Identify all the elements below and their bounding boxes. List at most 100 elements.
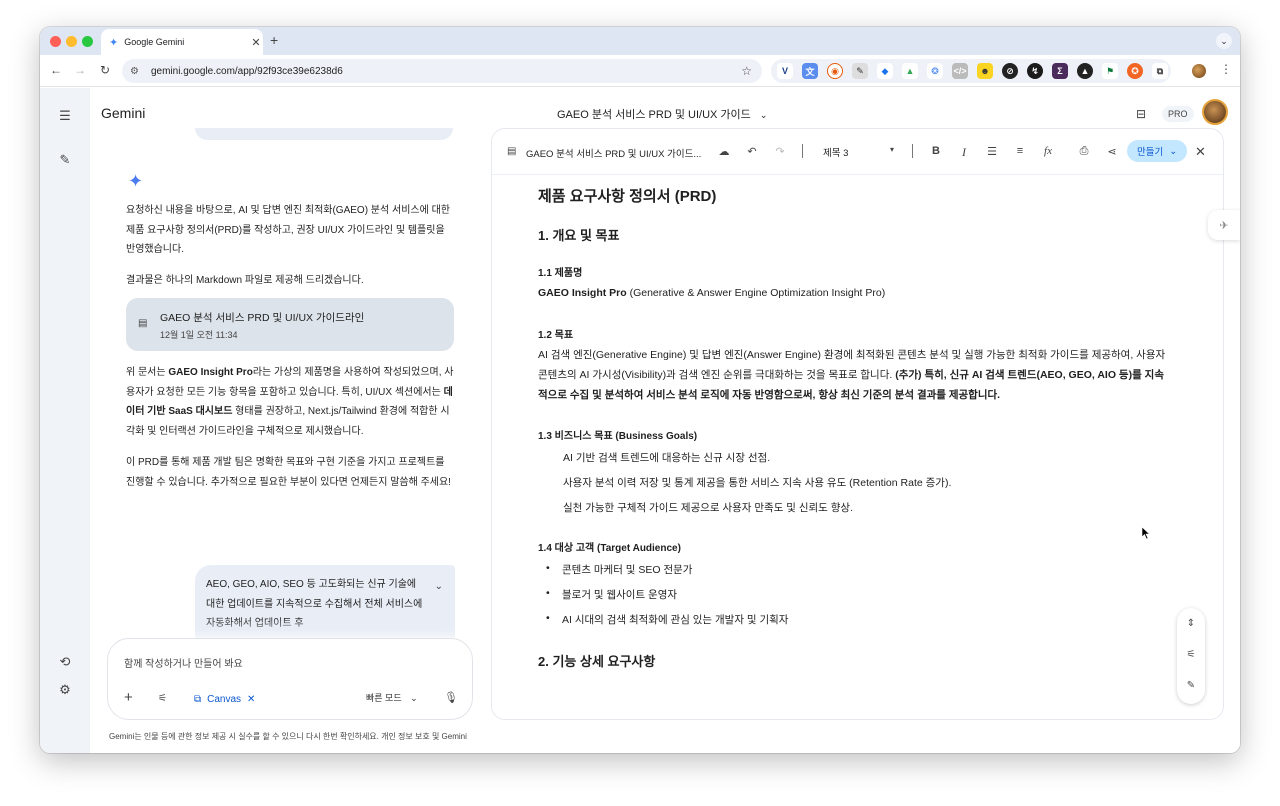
reload-icon[interactable]: ↻ bbox=[97, 63, 113, 77]
extension-icon[interactable]: Σ bbox=[1052, 63, 1068, 79]
microphone-icon[interactable]: 🎙 bbox=[444, 691, 458, 704]
tune-icon[interactable]: ⚟ bbox=[1185, 649, 1197, 660]
adjust-length-icon[interactable]: ⇕ bbox=[1185, 618, 1197, 629]
disclaimer: Gemini는 인물 등에 관한 정보 제공 시 실수를 할 수 있으니 다시 … bbox=[109, 732, 467, 741]
bookmark-star-icon[interactable]: ☆ bbox=[741, 64, 752, 78]
history-icon[interactable]: ⟲ bbox=[57, 654, 73, 670]
share-icon[interactable]: ⋖ bbox=[1105, 145, 1119, 158]
minimize-window-button[interactable] bbox=[66, 36, 77, 47]
response-result: 결과물은 하나의 Markdown 파일로 제공해 드리겠습니다. bbox=[126, 275, 364, 286]
archive-icon[interactable]: ⊟ bbox=[1136, 107, 1146, 121]
site-info-icon[interactable]: ⚙ bbox=[130, 66, 139, 77]
tab-strip: ✦ Google Gemini ✕ + ⌄ bbox=[40, 27, 1240, 55]
user-avatar[interactable] bbox=[1202, 99, 1228, 125]
subsection-heading: 1.3 비즈니스 목표 (Business Goals) bbox=[538, 431, 698, 442]
doc-title: 제품 요구사항 정의서 (PRD) bbox=[538, 188, 717, 205]
remove-canvas-icon[interactable]: ✕ bbox=[247, 694, 255, 705]
browser-profile-avatar[interactable] bbox=[1192, 64, 1206, 78]
document-card[interactable]: ▤ GAEO 분석 서비스 PRD 및 UI/UX 가이드라인 12월 1일 오… bbox=[126, 298, 454, 351]
extension-icon[interactable]: V bbox=[777, 63, 793, 79]
bold-icon[interactable]: B bbox=[929, 145, 943, 157]
prompt-composer[interactable]: 함께 작성하거나 만들어 봐요 + ⚟ ⧉ Canvas ✕ 빠른 모드 ⌄ 🎙 bbox=[107, 638, 473, 720]
add-attachment-icon[interactable]: + bbox=[124, 689, 133, 706]
close-canvas-icon[interactable]: ✕ bbox=[1195, 144, 1206, 160]
floating-edit-toolbar: ⇕ ⚟ ✎ bbox=[1177, 608, 1205, 704]
gemini-brand[interactable]: Gemini bbox=[101, 105, 145, 121]
extension-icon[interactable]: ⊘ bbox=[1002, 63, 1018, 79]
document-icon: ▤ bbox=[138, 318, 148, 329]
canvas-title[interactable]: GAEO 분석 서비스 PRD 및 UI/UX 가이드... bbox=[526, 146, 701, 160]
subsection-heading: 1.1 제품명 bbox=[538, 268, 583, 279]
gemini-favicon-icon: ✦ bbox=[109, 36, 119, 49]
cloud-saved-icon[interactable]: ☁ bbox=[717, 145, 731, 158]
canvas-chip[interactable]: ⧉ Canvas ✕ bbox=[188, 689, 262, 709]
business-goal-item: 사용자 분석 이력 저장 및 통계 제공을 통한 서비스 지속 사용 유도 (R… bbox=[563, 477, 952, 489]
conversation-title-dropdown[interactable]: GAEO 분석 서비스 PRD 및 UI/UX 가이드 ⌄ bbox=[557, 106, 767, 122]
audience-item-text: 블로거 및 웹사이트 운영자 bbox=[562, 589, 678, 601]
url-text[interactable]: gemini.google.com/app/92f93ce39e6238d6 bbox=[151, 66, 741, 77]
puzzle-extensions-icon[interactable]: ⧉ bbox=[1152, 63, 1168, 79]
expand-chevron-icon[interactable]: ⌄ bbox=[435, 577, 443, 597]
extension-icon[interactable]: ↯ bbox=[1027, 63, 1043, 79]
document-card-title: GAEO 분석 서비스 PRD 및 UI/UX 가이드라인 bbox=[160, 312, 365, 324]
back-icon[interactable]: ← bbox=[48, 63, 64, 77]
prompt-input[interactable]: 함께 작성하거나 만들어 봐요 bbox=[124, 655, 243, 670]
browser-menu-icon[interactable]: ⋮ bbox=[1220, 62, 1232, 76]
numbered-list-icon[interactable]: ≡ bbox=[1013, 145, 1027, 157]
response-detail-text: 위 문서는 bbox=[126, 367, 169, 378]
tab-search-icon[interactable]: ⌄ bbox=[1216, 33, 1232, 49]
side-launch-icon[interactable]: ✈ bbox=[1208, 210, 1240, 240]
product-name-line: GAEO Insight Pro (Generative & Answer En… bbox=[538, 287, 885, 299]
create-button[interactable]: 만들기 ⌄ bbox=[1127, 140, 1188, 162]
business-goal-item: AI 기반 검색 트렌드에 대응하는 신규 시장 선점. bbox=[563, 452, 771, 464]
flag-extension-icon[interactable]: ⚑ bbox=[1102, 63, 1118, 79]
italic-icon[interactable]: I bbox=[957, 145, 971, 160]
extension-icon[interactable]: ☻ bbox=[977, 63, 993, 79]
close-tab-icon[interactable]: ✕ bbox=[249, 36, 263, 49]
response-intro: 요청하신 내용을 바탕으로, AI 및 답변 엔진 최적화(GAEO) 분석 서… bbox=[126, 205, 450, 255]
chevron-down-icon: ⌄ bbox=[759, 110, 768, 120]
code-extension-icon[interactable]: </> bbox=[952, 63, 968, 79]
previous-user-bubble bbox=[195, 128, 453, 140]
extension-icon[interactable]: ▲ bbox=[1077, 63, 1093, 79]
browser-toolbar: ← → ↻ ⚙ gemini.google.com/app/92f93ce39e… bbox=[40, 55, 1240, 87]
print-icon[interactable]: ⎙ bbox=[1077, 145, 1091, 158]
extension-icon[interactable]: ✎ bbox=[852, 63, 868, 79]
drive-extension-icon[interactable]: ▲ bbox=[902, 63, 918, 79]
audience-item-text: AI 시대의 검색 최적화에 관심 있는 개발자 및 기획자 bbox=[562, 614, 789, 626]
bulleted-list-icon[interactable]: ☰ bbox=[985, 145, 999, 158]
clear-formatting-icon[interactable]: fx bbox=[1041, 145, 1055, 157]
mouse-cursor-icon bbox=[1142, 527, 1150, 539]
product-name-rest: (Generative & Answer Engine Optimization… bbox=[626, 287, 886, 299]
undo-icon[interactable]: ↶ bbox=[745, 145, 759, 158]
settings-icon[interactable]: ⚙ bbox=[57, 682, 73, 698]
tools-icon[interactable]: ⚟ bbox=[158, 693, 167, 704]
extension-icon[interactable]: ◉ bbox=[827, 63, 843, 79]
pro-badge[interactable]: PRO bbox=[1162, 106, 1194, 122]
new-tab-icon[interactable]: + bbox=[270, 32, 278, 48]
mode-selector[interactable]: 빠른 모드 ⌄ bbox=[366, 691, 418, 704]
extension-icon[interactable]: ❂ bbox=[927, 63, 943, 79]
audience-item: AI 시대의 검색 최적화에 관심 있는 개발자 및 기획자 bbox=[546, 612, 789, 627]
menu-icon[interactable]: ☰ bbox=[57, 108, 73, 124]
redo-icon[interactable]: ↷ bbox=[773, 145, 787, 158]
mode-label: 빠른 모드 bbox=[366, 693, 402, 703]
canvas-panel: ▤ GAEO 분석 서비스 PRD 및 UI/UX 가이드... ☁ ↶ ↷ 제… bbox=[491, 128, 1224, 720]
document-card-date: 12월 1일 오전 11:34 bbox=[160, 330, 238, 340]
forward-icon[interactable]: → bbox=[72, 63, 88, 77]
create-button-label: 만들기 bbox=[1137, 147, 1164, 158]
browser-tab[interactable]: ✦ Google Gemini ✕ bbox=[101, 29, 263, 55]
address-bar[interactable]: ⚙ gemini.google.com/app/92f93ce39e6238d6… bbox=[122, 59, 762, 83]
gemini-spark-icon: ✦ bbox=[128, 171, 144, 191]
extension-icon[interactable]: ✪ bbox=[1127, 63, 1143, 79]
suggest-edits-icon[interactable]: ✎ bbox=[1185, 680, 1197, 691]
close-window-button[interactable] bbox=[50, 36, 61, 47]
audience-item: 콘텐츠 마케터 및 SEO 전문가 bbox=[546, 562, 692, 577]
chevron-down-icon[interactable]: ▾ bbox=[890, 145, 894, 154]
new-chat-icon[interactable]: ✎ bbox=[57, 152, 73, 168]
tag-extension-icon[interactable]: ◆ bbox=[877, 63, 893, 79]
text-style-select[interactable]: 제목 3 bbox=[823, 145, 848, 159]
subsection-heading: 1.2 목표 bbox=[538, 330, 574, 341]
translate-extension-icon[interactable]: 文 bbox=[802, 63, 818, 79]
maximize-window-button[interactable] bbox=[82, 36, 93, 47]
